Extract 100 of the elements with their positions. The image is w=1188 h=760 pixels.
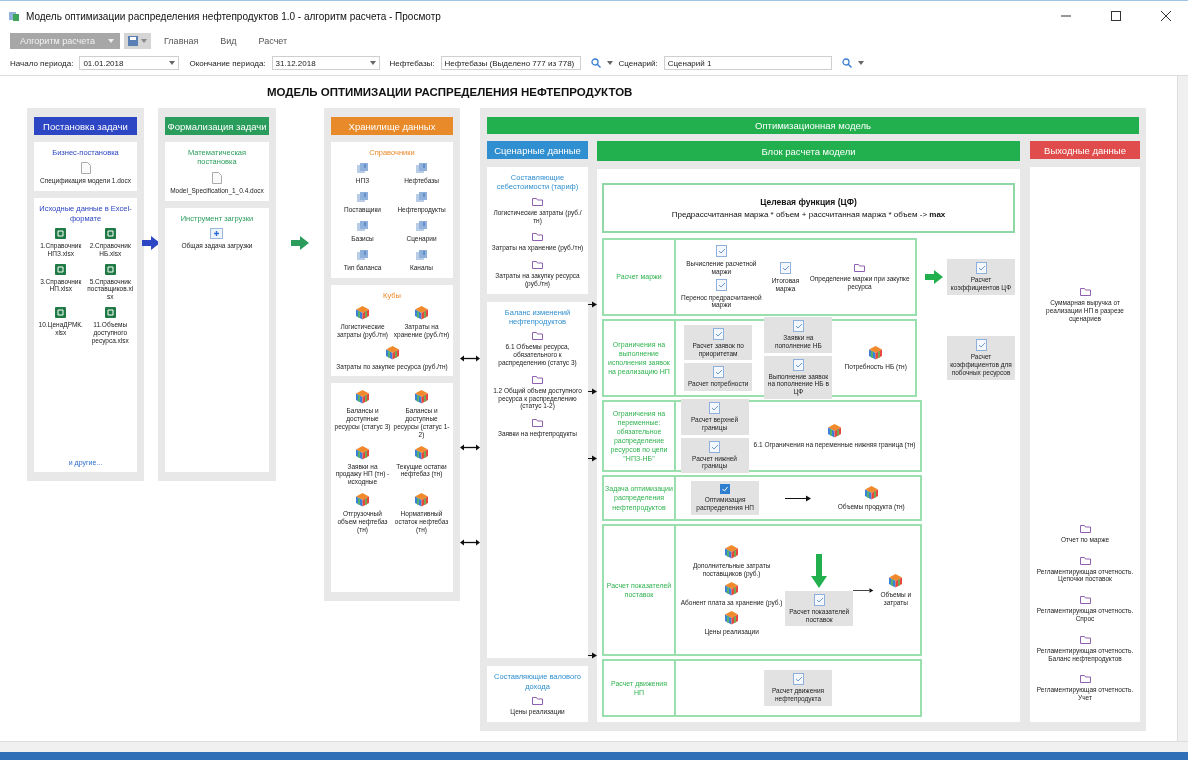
folder-icon xyxy=(532,696,543,706)
folder-icon xyxy=(532,331,543,341)
folder-icon xyxy=(1079,287,1091,296)
cube-icon xyxy=(355,491,370,507)
objective-title: Целевая функция (ЦФ) xyxy=(760,197,857,207)
diagram-title: МОДЕЛЬ ОПТИМИЗАЦИИ РАСПРЕДЕЛЕНИЯ НЕФТЕПРОДУКТОВ xyxy=(266,85,634,100)
connector-arrow xyxy=(460,355,480,362)
cube-icon xyxy=(724,581,740,596)
checkbox-icon xyxy=(720,484,731,495)
upload-icon xyxy=(210,227,224,239)
cube-icon xyxy=(384,344,400,360)
caret-icon[interactable] xyxy=(857,61,864,65)
maximize-icon[interactable] xyxy=(1110,10,1122,22)
caret-icon xyxy=(369,61,376,65)
database-icon xyxy=(415,219,428,232)
folder-icon xyxy=(532,418,543,428)
column-header: Постановка задачи xyxy=(34,117,137,135)
database-icon xyxy=(415,248,428,261)
column-header: Хранилище данных xyxy=(331,117,453,135)
lookup-field[interactable]: Нефтебазы (Выделено 777 из 778) xyxy=(440,56,581,70)
block-arrow xyxy=(291,236,309,250)
cube-icon xyxy=(414,389,429,405)
document-icon xyxy=(80,162,91,175)
date-field[interactable]: 01.01.2018 xyxy=(79,56,180,70)
connector-arrow xyxy=(460,444,480,451)
column-header: Оптимизационная модель xyxy=(487,117,1139,134)
close-icon[interactable] xyxy=(1160,10,1172,22)
form-icon xyxy=(715,244,727,257)
form-icon xyxy=(975,339,987,352)
date-field[interactable]: 31.12.2018 xyxy=(271,56,380,70)
cube-icon xyxy=(863,485,879,501)
folder-icon xyxy=(1079,634,1091,644)
block-arrow xyxy=(811,553,828,588)
caret-icon xyxy=(108,39,114,43)
column-header: Выходные данные xyxy=(1030,141,1140,159)
form-icon xyxy=(792,320,804,332)
filter-label: Окончание периода: xyxy=(189,58,266,68)
document-icon xyxy=(212,171,222,184)
form-icon xyxy=(779,261,791,274)
window-title: Модель оптимизации распределения нефтепродуктов 1.0 - алгоритм расчета - Просмотр xyxy=(26,10,442,22)
form-icon xyxy=(712,327,724,340)
lookup-field[interactable]: Сценарий 1 xyxy=(663,56,832,70)
objective-formula: Предрассчитанная маржа * объем + рассчитанная маржа * объем -> max xyxy=(671,210,946,219)
connector-arrow xyxy=(853,586,874,594)
save-icon xyxy=(128,36,138,46)
ribbon-tab[interactable]: Вид xyxy=(211,36,246,46)
form-icon xyxy=(792,673,804,686)
filter-label: Начало периода: xyxy=(10,58,74,68)
spreadsheet-icon xyxy=(55,227,67,239)
database-icon xyxy=(415,162,428,175)
folder-icon xyxy=(1079,523,1091,533)
connector-arrow xyxy=(588,301,597,308)
folder-icon xyxy=(1079,674,1091,684)
database-icon xyxy=(356,248,369,261)
column-header: Блок расчета модели xyxy=(597,141,1020,161)
folder-icon xyxy=(854,263,866,273)
spreadsheet-icon xyxy=(55,263,67,275)
horizontal-scrollbar[interactable] xyxy=(0,741,1188,752)
cube-icon xyxy=(414,444,429,460)
block-arrow xyxy=(142,236,160,250)
folder-icon xyxy=(532,374,543,384)
spreadsheet-icon xyxy=(104,227,116,239)
cube-icon xyxy=(868,345,884,361)
folder-icon xyxy=(532,196,543,206)
column-header: Сценарные данные xyxy=(487,141,588,159)
ribbon-tab[interactable]: Расчет xyxy=(249,36,297,46)
database-icon xyxy=(356,219,369,232)
database-icon xyxy=(356,162,369,175)
spreadsheet-icon xyxy=(55,306,67,318)
cube-icon xyxy=(355,389,370,405)
form-icon xyxy=(813,593,825,606)
spreadsheet-icon xyxy=(104,306,116,318)
caret-icon[interactable] xyxy=(606,61,613,65)
app-icon xyxy=(8,10,20,22)
vertical-scrollbar[interactable] xyxy=(1177,76,1188,741)
form-icon xyxy=(792,358,804,371)
cube-icon xyxy=(724,544,740,560)
search-icon[interactable] xyxy=(841,58,852,68)
folder-icon xyxy=(532,232,543,242)
cube-icon xyxy=(355,444,370,460)
form-icon xyxy=(709,401,721,414)
folder-icon xyxy=(532,260,543,270)
folder-icon xyxy=(1079,595,1091,605)
caret-icon xyxy=(141,39,147,43)
spreadsheet-icon xyxy=(104,263,116,275)
search-icon[interactable] xyxy=(590,58,601,68)
database-icon xyxy=(356,191,369,204)
cube-icon xyxy=(414,304,429,320)
connector-arrow xyxy=(588,455,597,462)
caret-icon xyxy=(169,61,176,65)
form-icon xyxy=(975,262,987,275)
connector-arrow xyxy=(588,652,597,659)
ribbon-tab[interactable]: Главная xyxy=(155,36,208,46)
save-button[interactable] xyxy=(124,33,151,49)
cube-icon xyxy=(414,491,429,507)
database-icon xyxy=(415,191,428,204)
column-header: Формализация задачи xyxy=(165,117,269,135)
connector-arrow xyxy=(460,539,480,546)
folder-icon xyxy=(1079,555,1091,565)
form-icon xyxy=(715,278,727,291)
